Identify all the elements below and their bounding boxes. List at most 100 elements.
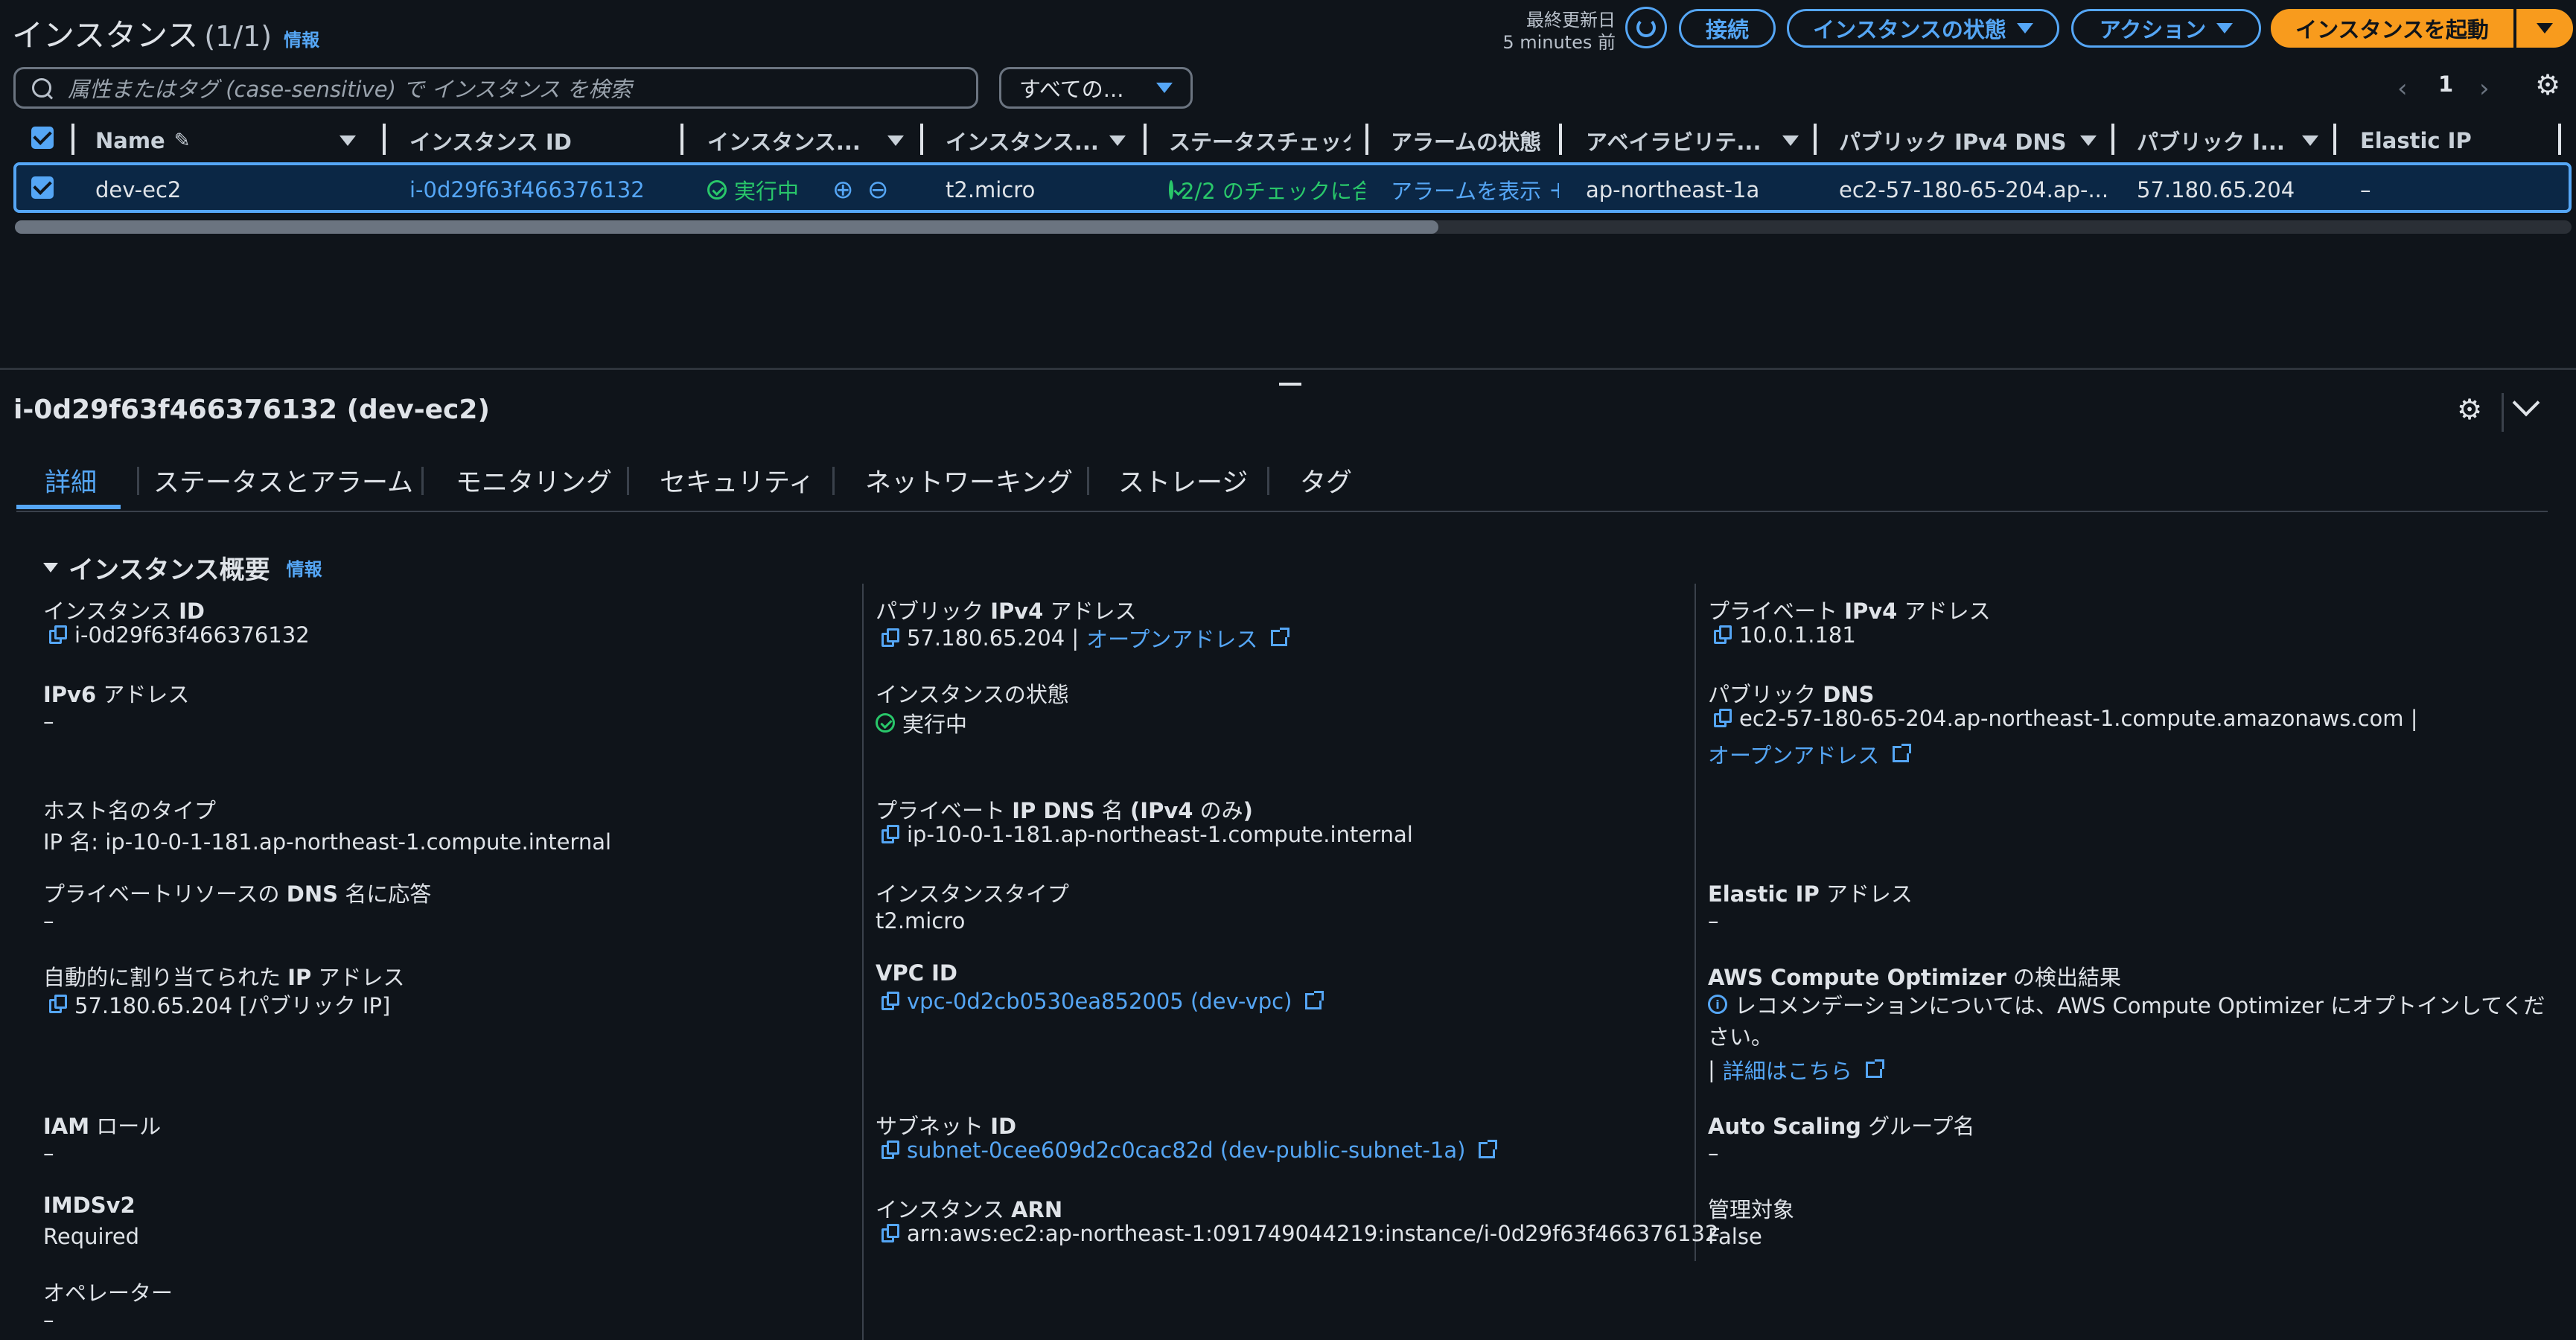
label-instance-type: インスタンスタイプ xyxy=(876,881,1069,907)
column-header-status-check[interactable]: ステータスチェック xyxy=(1169,124,1351,158)
copy-icon[interactable] xyxy=(1714,709,1732,728)
row-checkbox[interactable] xyxy=(31,176,54,199)
select-all-checkbox[interactable] xyxy=(31,126,54,149)
drag-handle-icon[interactable] xyxy=(1279,383,1301,386)
label-imdsv2: IMDSv2 xyxy=(43,1193,136,1218)
value-private-dns-answer: – xyxy=(43,908,54,934)
value-instance-type: t2.micro xyxy=(876,908,966,934)
value-instance-id: i-0d29f63f466376132 xyxy=(43,622,310,648)
value-public-ipv4: 57.180.65.204 | オープンアドレス xyxy=(876,622,1290,654)
value-hostname-type: IP 名: ip-10-0-1-181.ap-northeast-1.compu… xyxy=(43,829,612,855)
tab-details[interactable]: 詳細 xyxy=(45,462,97,500)
tab-tags[interactable]: タグ xyxy=(1300,462,1352,500)
copy-icon[interactable] xyxy=(881,992,899,1011)
search-input[interactable]: 属性またはタグ (case-sensitive) で インスタンス を検索 xyxy=(13,67,978,109)
value-private-ip-dns: ip-10-0-1-181.ap-northeast-1.compute.int… xyxy=(876,822,1413,847)
tab-security[interactable]: セキュリティ xyxy=(660,462,814,500)
column-header-instance-type[interactable]: インスタンス... xyxy=(946,124,1126,158)
column-header-public-ip[interactable]: パブリック I... xyxy=(2137,124,2318,158)
column-header-instance-id[interactable]: インスタンス ID xyxy=(409,124,678,158)
tab-networking[interactable]: ネットワーキング xyxy=(865,462,1073,500)
split-divider[interactable] xyxy=(0,368,2576,370)
caret-down-icon xyxy=(2016,23,2033,34)
copy-icon[interactable] xyxy=(881,628,899,648)
label-auto-ip: 自動的に割り当てられた IP アドレス xyxy=(43,965,405,990)
label-instance-id: インスタンス ID xyxy=(43,599,205,624)
edit-icon: ✎ xyxy=(173,130,191,152)
label-instance-state: インスタンスの状態 xyxy=(876,682,1069,707)
value-instance-state: 実行中 xyxy=(876,707,967,738)
section-info-link[interactable]: 情報 xyxy=(287,555,322,581)
value-managed: False xyxy=(1708,1224,1762,1249)
label-elastic-ip: Elastic IP アドレス xyxy=(1708,881,1913,907)
label-public-ipv4: パブリック IPv4 アドレス xyxy=(876,599,1137,624)
open-address-link[interactable]: オープンアドレス xyxy=(1086,622,1257,654)
learn-more-link[interactable]: 詳細はこちら xyxy=(1723,1054,1852,1085)
copy-icon[interactable] xyxy=(881,1140,899,1160)
column-header-availability-zone[interactable]: アベイラビリテ... xyxy=(1586,124,1799,158)
column-header-instance-state[interactable]: インスタンス... xyxy=(707,124,904,158)
row-instance-id-link[interactable]: i-0d29f63f466376132 xyxy=(409,175,645,205)
next-page-icon[interactable]: › xyxy=(2479,74,2490,103)
actions-button[interactable]: アクション xyxy=(2071,9,2261,48)
copy-icon[interactable] xyxy=(881,825,899,844)
prev-page-icon[interactable]: ‹ xyxy=(2397,74,2408,103)
add-icon: + xyxy=(1549,176,1559,204)
copy-icon[interactable] xyxy=(49,995,67,1014)
filter-select[interactable]: すべての... xyxy=(999,67,1193,109)
row-public-ip: 57.180.65.204 xyxy=(2137,177,2295,202)
column-header-public-dns[interactable]: パブリック IPv4 DNS xyxy=(1839,124,2097,158)
instance-state-button[interactable]: インスタンスの状態 xyxy=(1787,9,2059,48)
row-elastic-ip: – xyxy=(2360,177,2371,202)
zoom-out-icon[interactable]: ⊖ xyxy=(867,175,889,205)
tab-status-alarms[interactable]: ステータスとアラーム xyxy=(153,462,413,500)
open-address-link[interactable]: オープンアドレス xyxy=(1708,738,1879,770)
active-tab-indicator xyxy=(16,505,121,509)
copy-icon[interactable] xyxy=(1714,625,1732,645)
sort-caret-icon xyxy=(2302,135,2318,146)
subnet-link[interactable]: subnet-0cee609d2c0cac82d (dev-public-sub… xyxy=(907,1138,1465,1163)
label-subnet-id: サブネット ID xyxy=(876,1114,1017,1139)
label-auto-scaling-group: Auto Scaling グループ名 xyxy=(1708,1114,1975,1139)
scrollbar-thumb[interactable] xyxy=(15,220,1438,234)
optimizer-learn-more: | 詳細はこちら xyxy=(1708,1054,1884,1085)
sort-caret-icon xyxy=(2080,135,2097,146)
connect-button[interactable]: 接続 xyxy=(1679,9,1776,48)
table-settings-icon[interactable]: ⚙ xyxy=(2535,68,2560,101)
launch-instance-button[interactable]: インスタンスを起動 xyxy=(2271,9,2513,48)
value-operator: – xyxy=(43,1307,54,1333)
row-alarm-link[interactable]: アラームを表示 + xyxy=(1391,175,1559,205)
success-icon xyxy=(707,180,727,200)
success-icon xyxy=(876,713,895,733)
value-private-ipv4: 10.0.1.181 xyxy=(1708,622,1856,648)
panel-settings-icon[interactable]: ⚙ xyxy=(2457,393,2482,426)
horizontal-scrollbar[interactable] xyxy=(15,220,2572,234)
vpc-link[interactable]: vpc-0d2cb0530ea852005 (dev-vpc) xyxy=(907,989,1292,1014)
copy-icon[interactable] xyxy=(49,625,67,645)
last-updated: 最終更新日 5 minutes 前 xyxy=(1502,10,1616,53)
value-compute-optimizer-cont[interactable]: さい。 xyxy=(1708,1020,1773,1051)
column-header-name[interactable]: Name ✎ xyxy=(95,124,378,158)
column-header-elastic-ip[interactable]: Elastic IP xyxy=(2360,124,2554,158)
value-subnet-id: subnet-0cee609d2c0cac82d (dev-public-sub… xyxy=(876,1138,1498,1163)
copy-icon[interactable] xyxy=(881,1224,899,1243)
public-dns-open-address: オープンアドレス xyxy=(1708,738,1912,770)
page-number[interactable]: 1 xyxy=(2438,71,2453,97)
value-ipv6: – xyxy=(43,709,54,734)
tab-storage[interactable]: ストレージ xyxy=(1118,462,1248,500)
tab-monitoring[interactable]: モニタリング xyxy=(456,462,612,500)
launch-dropdown-button[interactable] xyxy=(2516,9,2573,48)
collapse-caret-icon xyxy=(43,563,58,572)
info-link[interactable]: 情報 xyxy=(284,25,319,51)
value-compute-optimizer[interactable]: i レコメンデーションについては、AWS Compute Optimizer に… xyxy=(1708,989,2545,1020)
label-hostname-type: ホスト名のタイプ xyxy=(43,798,217,823)
section-toggle[interactable]: インスタンス概要 情報 xyxy=(43,549,322,586)
value-imdsv2: Required xyxy=(43,1224,140,1249)
value-public-dns: ec2-57-180-65-204.ap-northeast-1.compute… xyxy=(1708,706,2418,731)
collapse-panel-icon[interactable] xyxy=(2512,389,2540,417)
value-auto-scaling-group: – xyxy=(1708,1140,1719,1166)
zoom-in-icon[interactable]: ⊕ xyxy=(832,175,854,205)
refresh-button[interactable] xyxy=(1625,7,1667,48)
label-managed: 管理対象 xyxy=(1708,1197,1795,1222)
column-header-alarm-state[interactable]: アラームの状態 xyxy=(1391,124,1559,158)
